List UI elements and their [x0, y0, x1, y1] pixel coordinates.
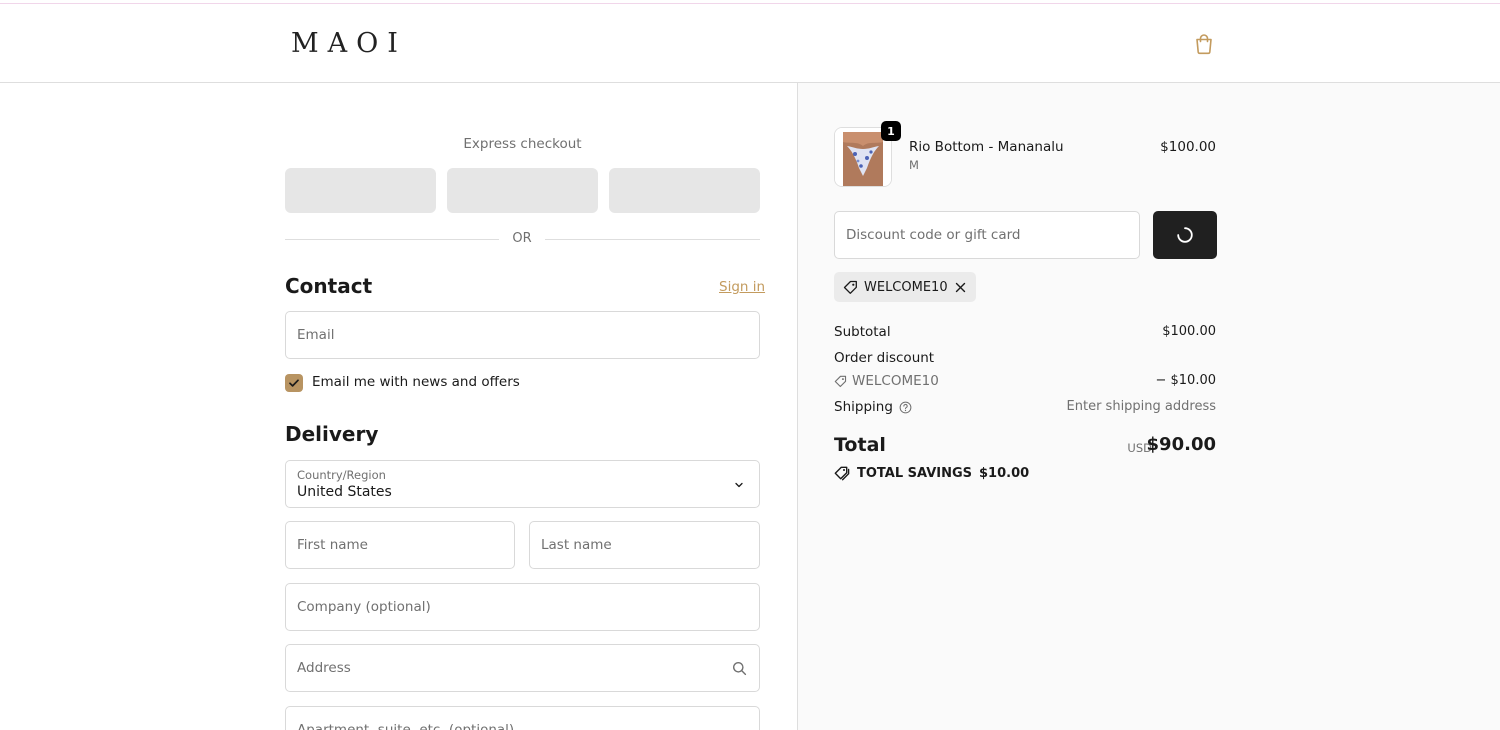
email-field[interactable]: Email — [285, 311, 760, 359]
quantity-badge: 1 — [881, 121, 901, 141]
total-savings: TOTAL SAVINGS $10.00 — [834, 466, 1029, 481]
help-icon[interactable] — [899, 401, 912, 414]
chevron-down-icon — [735, 482, 743, 488]
contact-heading: Contact — [285, 274, 373, 298]
express-pay-button-3[interactable] — [609, 168, 760, 213]
tag-icon — [843, 280, 857, 294]
tags-icon — [834, 466, 850, 481]
search-icon — [733, 662, 747, 676]
product-name: Rio Bottom - Mananalu — [909, 139, 1064, 155]
discount-code-label: WELCOME10 — [852, 373, 939, 389]
close-icon — [955, 282, 965, 292]
company-placeholder: Company (optional) — [297, 599, 431, 615]
company-field[interactable]: Company (optional) — [285, 583, 760, 631]
store-logo[interactable]: MAOI — [291, 28, 407, 59]
apply-discount-button[interactable] — [1153, 211, 1217, 259]
remove-discount-button[interactable] — [954, 281, 967, 294]
apartment-placeholder: Apartment, suite, etc. (optional) — [297, 722, 515, 730]
express-pay-button-2[interactable] — [447, 168, 598, 213]
discount-placeholder: Discount code or gift card — [846, 227, 1021, 243]
subtotal-label: Subtotal — [834, 324, 891, 340]
order-summary: 1 Rio Bottom - Mananalu M $100.00 Discou… — [797, 83, 1500, 730]
or-separator: OR — [512, 231, 532, 246]
sign-in-link[interactable]: Sign in — [719, 279, 765, 295]
checkout-form: Express checkout OR Contact Sign in Emai… — [0, 83, 797, 730]
newsletter-checkbox[interactable] — [285, 374, 303, 392]
express-checkout-title: Express checkout — [463, 136, 582, 152]
applied-code-label: WELCOME10 — [864, 279, 948, 295]
address-field[interactable]: Address — [285, 644, 760, 692]
shipping-value: Enter shipping address — [1066, 399, 1216, 414]
savings-label: TOTAL SAVINGS — [857, 466, 973, 481]
checkout-header: MAOI — [0, 4, 1500, 83]
checkmark-icon — [289, 379, 299, 387]
shipping-row: Shipping — [834, 399, 912, 415]
last-name-field[interactable]: Last name — [529, 521, 760, 569]
subtotal-value: $100.00 — [1162, 324, 1216, 339]
tag-icon — [834, 375, 847, 387]
product-variant: M — [909, 158, 919, 172]
order-discount-label: Order discount — [834, 350, 935, 366]
apartment-field[interactable]: Apartment, suite, etc. (optional) — [285, 706, 760, 730]
country-label: Country/Region — [297, 468, 386, 482]
first-name-field[interactable]: First name — [285, 521, 515, 569]
applied-discount-chip: WELCOME10 — [834, 272, 976, 302]
separator-line — [285, 239, 499, 240]
email-placeholder: Email — [297, 327, 335, 343]
shipping-label: Shipping — [834, 399, 893, 415]
total-value: $90.00 — [1146, 434, 1216, 455]
newsletter-label: Email me with news and offers — [312, 374, 520, 390]
country-select[interactable]: Country/Region United States — [285, 460, 760, 508]
total-label: Total — [834, 434, 886, 456]
discount-code-row: WELCOME10 — [834, 373, 939, 389]
first-name-placeholder: First name — [297, 537, 368, 553]
product-price: $100.00 — [1160, 139, 1216, 155]
delivery-heading: Delivery — [285, 422, 379, 446]
loading-spinner-icon — [1177, 227, 1193, 243]
separator-line — [545, 239, 760, 240]
shopping-bag-icon — [1196, 34, 1212, 55]
cart-button[interactable] — [1192, 32, 1216, 56]
discount-value: − $10.00 — [1155, 373, 1216, 388]
express-pay-button-1[interactable] — [285, 168, 436, 213]
last-name-placeholder: Last name — [541, 537, 612, 553]
discount-code-field[interactable]: Discount code or gift card — [834, 211, 1140, 259]
country-value: United States — [297, 484, 392, 500]
savings-value: $10.00 — [979, 466, 1030, 481]
address-placeholder: Address — [297, 660, 351, 676]
